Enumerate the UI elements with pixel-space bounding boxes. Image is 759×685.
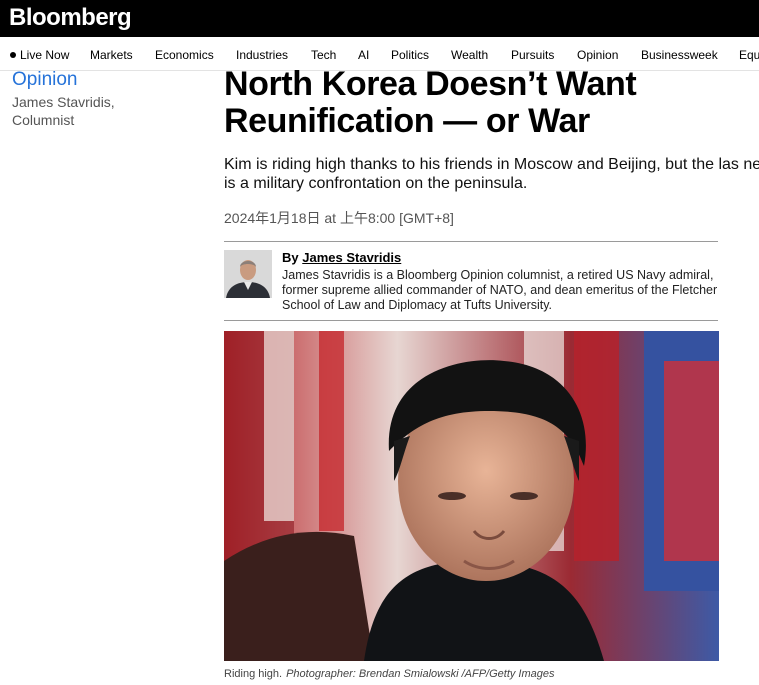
byline: By James Stavridis: [282, 250, 402, 265]
nav-ai[interactable]: AI: [358, 48, 369, 62]
nav-tech[interactable]: Tech: [311, 48, 336, 62]
top-bar: Bloomberg: [0, 0, 759, 37]
nav-industries[interactable]: Industries: [236, 48, 288, 62]
section-link-opinion[interactable]: Opinion: [12, 69, 78, 91]
live-dot-icon: [10, 52, 16, 58]
article-headline: North Korea Doesn’t Want Reunification —…: [224, 65, 637, 140]
sidebar-author-role: Columnist: [12, 112, 75, 128]
author-avatar[interactable]: [224, 250, 272, 298]
nav-politics[interactable]: Politics: [391, 48, 429, 62]
nav-businessweek[interactable]: Businessweek: [641, 48, 718, 62]
sidebar-author[interactable]: James Stavridis, Columnist: [12, 93, 152, 129]
article-dek: Kim is riding high thanks to his friends…: [224, 156, 759, 192]
nav-live-now[interactable]: Live Now: [10, 48, 69, 62]
hero-image: [224, 331, 719, 661]
nav-economics[interactable]: Economics: [155, 48, 214, 62]
sidebar-author-name: James Stavridis,: [12, 94, 115, 110]
nav-equality[interactable]: Equ: [739, 48, 759, 62]
bloomberg-logo[interactable]: Bloomberg: [9, 4, 132, 32]
author-portrait: [224, 250, 272, 298]
author-bio: James Stavridis is a Bloomberg Opinion c…: [282, 268, 718, 312]
photo-credit: Photographer: Brendan Smialowski /AFP/Ge…: [286, 668, 555, 680]
nav-markets[interactable]: Markets: [90, 48, 133, 62]
author-link[interactable]: James Stavridis: [302, 250, 401, 265]
nav-wealth[interactable]: Wealth: [451, 48, 488, 62]
divider-bottom: [224, 320, 718, 321]
nav-opinion[interactable]: Opinion: [577, 48, 618, 62]
image-caption: Riding high. Photographer: Brendan Smialo…: [224, 668, 555, 680]
divider-top: [224, 241, 718, 242]
caption-text: Riding high.: [224, 668, 283, 680]
nav-pursuits[interactable]: Pursuits: [511, 48, 554, 62]
article-date: 2024年1月18日 at 上午8:00 [GMT+8]: [224, 210, 454, 226]
hero-photo-kim: [224, 331, 719, 661]
